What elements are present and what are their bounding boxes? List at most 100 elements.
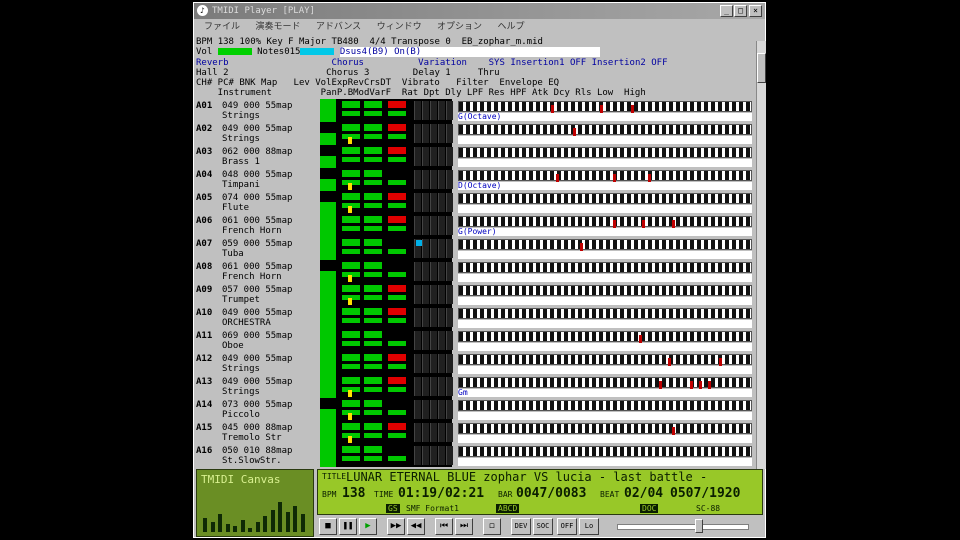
- piano-keyboard[interactable]: [458, 239, 752, 251]
- menu-option[interactable]: オプション: [437, 22, 482, 32]
- insertion2-label: Insertion2: [591, 58, 646, 68]
- soc-button[interactable]: SOC: [533, 518, 553, 535]
- channel-program: 073 000 55map: [222, 400, 293, 410]
- canvas-level-bar: [218, 514, 222, 532]
- channel-row[interactable]: A02 049 000 55map Strings: [194, 122, 756, 145]
- param-bar: [364, 387, 382, 392]
- piano-keyboard[interactable]: [458, 147, 752, 158]
- active-key: [580, 243, 583, 251]
- channel-row[interactable]: A10 049 000 55map ORCHESTRA: [194, 306, 756, 329]
- position-slider-thumb[interactable]: [695, 519, 703, 533]
- canvas-level-bar: [240, 520, 245, 532]
- canvas-level-bar: [300, 514, 305, 532]
- param-bar: [364, 295, 382, 300]
- channel-row[interactable]: A16 050 010 88map St.SlowStr.: [194, 444, 756, 467]
- channel-status: [458, 159, 752, 167]
- channel-row[interactable]: A05 074 000 55map Flute: [194, 191, 756, 214]
- channel-status: [458, 435, 752, 443]
- channel-row[interactable]: A15 045 000 88map Tremolo Str: [194, 421, 756, 444]
- piano-keyboard[interactable]: [458, 354, 752, 366]
- channel-row[interactable]: A01 049 000 55map Strings G(Octave): [194, 99, 756, 122]
- channel-row[interactable]: A08 061 000 55map French Horn: [194, 260, 756, 283]
- param-bar: [364, 354, 382, 361]
- piano-keyboard[interactable]: [458, 262, 752, 273]
- menu-advance[interactable]: アドバンス: [316, 22, 361, 32]
- piano-keyboard[interactable]: [458, 193, 752, 204]
- channel-row[interactable]: A07 059 000 55map Tuba: [194, 237, 756, 260]
- channel-row[interactable]: A04 048 000 55map Timpani D(Octave): [194, 168, 756, 191]
- active-key: [639, 335, 643, 343]
- close-button[interactable]: ×: [749, 5, 762, 17]
- channel-instrument: Oboe: [222, 341, 244, 351]
- channel-meters: [320, 444, 453, 467]
- param-slot: [438, 400, 445, 419]
- stop-button[interactable]: ■: [319, 518, 337, 535]
- piano-keyboard[interactable]: [458, 423, 752, 435]
- record-button[interactable]: ◻: [483, 518, 501, 535]
- piano-keyboard[interactable]: [458, 400, 752, 411]
- menu-help[interactable]: ヘルプ: [497, 22, 524, 32]
- channel-row[interactable]: A11 069 000 55map Oboe: [194, 329, 756, 352]
- channel-row[interactable]: A06 061 000 55map French Horn G(Power): [194, 214, 756, 237]
- chorus-value: Chorus 3: [326, 68, 370, 78]
- param-slot: [430, 170, 437, 189]
- channel-instrument: Trumpet: [222, 295, 260, 305]
- param-slot: [446, 331, 453, 350]
- level-meter: [320, 179, 336, 191]
- piano-keyboard[interactable]: [458, 446, 752, 457]
- param-slot: [438, 285, 445, 304]
- piano-keyboard[interactable]: [458, 308, 752, 319]
- param-bar: [364, 446, 382, 453]
- channel-row[interactable]: A09 057 000 55map Trumpet: [194, 283, 756, 306]
- channel-status: [458, 297, 752, 305]
- channel-meters: [320, 191, 453, 214]
- active-key: [641, 220, 645, 228]
- scroll-thumb[interactable]: [757, 53, 766, 83]
- menu-window[interactable]: ウィンドウ: [377, 22, 422, 32]
- channel-status: [458, 136, 752, 144]
- level-meter: [320, 156, 336, 168]
- play-button[interactable]: ▶: [359, 518, 377, 535]
- param-bar: [364, 157, 382, 162]
- channel-row[interactable]: A13 049 000 55map Strings Gm: [194, 375, 756, 398]
- next-button[interactable]: ⏭: [455, 518, 473, 535]
- active-key: [648, 174, 652, 182]
- piano-keyboard[interactable]: [458, 216, 752, 228]
- param-bar: [342, 239, 360, 246]
- channel-meters: [320, 168, 453, 191]
- canvas-level-bar: [255, 522, 260, 532]
- pause-button[interactable]: ❚❚: [339, 518, 357, 535]
- param-slot: [438, 446, 445, 465]
- piano-keyboard[interactable]: [458, 331, 752, 343]
- param-bar: [342, 423, 360, 430]
- menu-play-mode[interactable]: 演奏モード: [255, 22, 300, 32]
- param-bar: [388, 193, 406, 200]
- lcd-beat: 02/04: [624, 486, 664, 501]
- position-slider[interactable]: [617, 524, 749, 530]
- loop-button[interactable]: Lo: [579, 518, 599, 535]
- channel-row[interactable]: A03 062 000 88map Brass 1: [194, 145, 756, 168]
- channel-row[interactable]: A12 049 000 55map Strings: [194, 352, 756, 375]
- minimize-button[interactable]: _: [720, 5, 733, 17]
- piano-keyboard[interactable]: [458, 124, 752, 136]
- menu-file[interactable]: ファイル: [204, 22, 240, 32]
- title-bar[interactable]: ♪ TMIDI Player [PLAY] _ □ ×: [194, 3, 765, 19]
- off-button[interactable]: OFF: [557, 518, 577, 535]
- dev-button[interactable]: DEV: [511, 518, 531, 535]
- maximize-button[interactable]: □: [734, 5, 747, 17]
- previous-button[interactable]: ⏮: [435, 518, 453, 535]
- param-bar: [342, 262, 360, 269]
- level-meter: [320, 306, 336, 329]
- piano-keyboard[interactable]: [458, 101, 752, 113]
- piano-keyboard[interactable]: [458, 285, 752, 296]
- rewind-button[interactable]: ◀◀: [407, 518, 425, 535]
- param-bar: [342, 157, 360, 162]
- pan-indicator: [348, 390, 352, 397]
- vertical-scrollbar[interactable]: [756, 41, 766, 469]
- piano-keyboard[interactable]: [458, 377, 752, 389]
- fast-forward-button[interactable]: ▶▶: [387, 518, 405, 535]
- param-bar: [388, 226, 406, 231]
- piano-keyboard[interactable]: [458, 170, 752, 182]
- lcd-time-label: TIME: [374, 490, 394, 499]
- channel-row[interactable]: A14 073 000 55map Piccolo: [194, 398, 756, 421]
